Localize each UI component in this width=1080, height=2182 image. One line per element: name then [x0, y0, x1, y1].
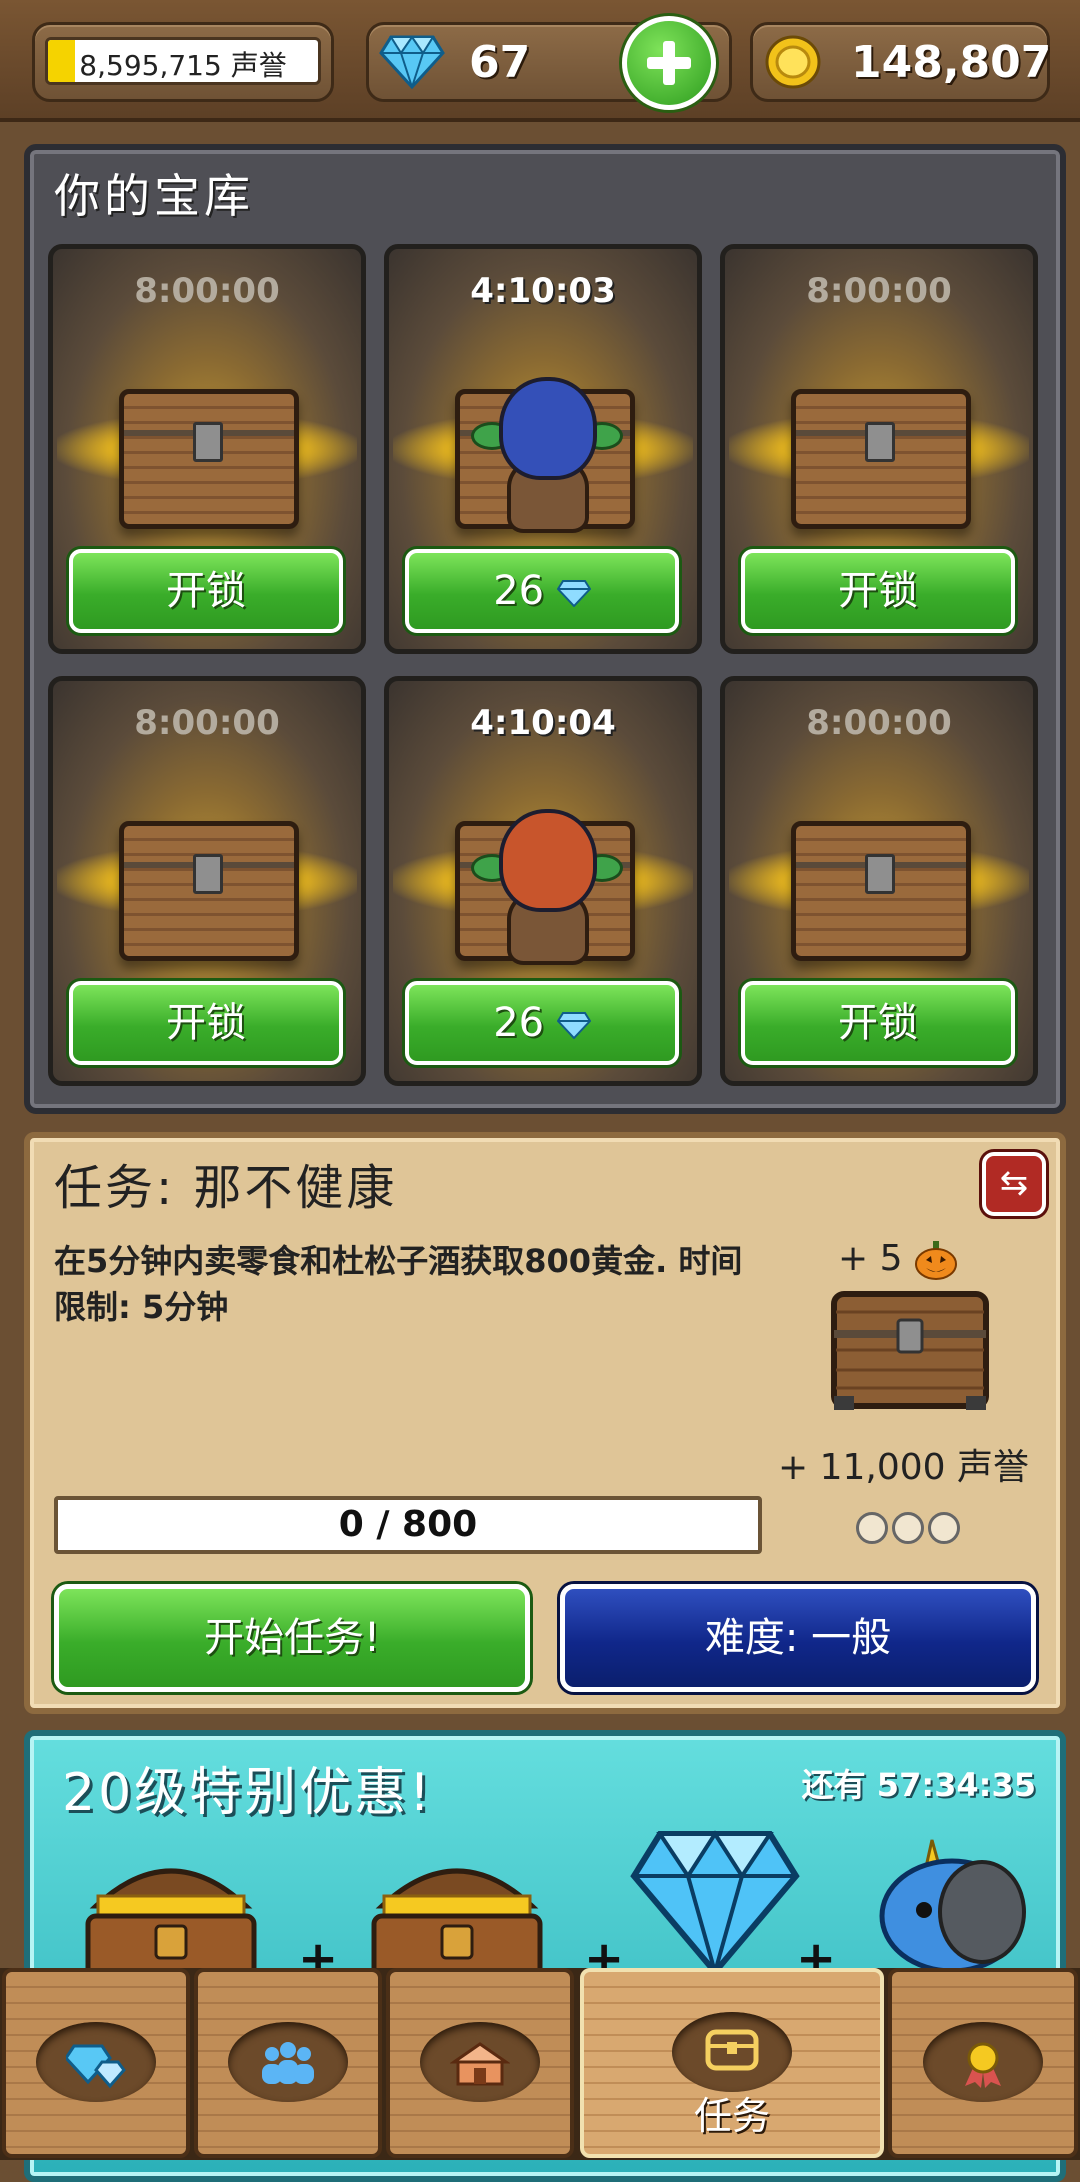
speed-up-cost: 26 — [493, 1000, 545, 1046]
vault-title: 你的宝库 — [54, 169, 254, 223]
vault-slot[interactable]: 8:00:00 开锁 — [720, 244, 1038, 654]
slot-timer: 8:00:00 — [806, 271, 952, 311]
unlock-button[interactable]: 开锁 — [741, 981, 1015, 1065]
medal-icon — [965, 2042, 1001, 2088]
nav-achievements[interactable] — [888, 1968, 1078, 2158]
offer-timer: 还有 57:34:35 — [801, 1766, 1036, 1804]
diamond-icon — [556, 1012, 591, 1039]
unlock-button[interactable]: 开锁 — [69, 981, 343, 1065]
lock-icon — [865, 854, 895, 894]
reward-reputation: + 11,000 声誉 — [778, 1447, 1030, 1488]
vault-slot[interactable]: 4:10:03 26 — [384, 244, 702, 654]
gold-count: 148,807 — [851, 37, 1052, 88]
vault-slot[interactable]: 4:10:04 26 — [384, 676, 702, 1086]
vault-slot[interactable]: 8:00:00 开锁 — [720, 676, 1038, 1086]
speed-up-button[interactable]: 26 — [405, 981, 679, 1065]
speed-up-cost: 26 — [493, 568, 545, 614]
nav-shop[interactable] — [386, 1968, 574, 2158]
unicorn-icon — [879, 1839, 1026, 1974]
rating-dot — [928, 1512, 960, 1544]
reward-candy-count: + 5 — [838, 1238, 903, 1279]
speed-up-button[interactable]: 26 — [405, 549, 679, 633]
vault-slot[interactable]: 8:00:00 开锁 — [48, 244, 366, 654]
top-bar: 8,595,715 声誉 67 148,807 — [0, 0, 1080, 122]
lock-icon — [193, 854, 223, 894]
chest-icon — [791, 389, 971, 529]
goblin-thief — [471, 809, 623, 965]
slot-timer: 4:10:03 — [470, 271, 616, 311]
diamond-icon — [379, 35, 445, 89]
shop-icon — [450, 2042, 510, 2086]
slot-timer: 4:10:04 — [470, 703, 616, 743]
bottom-nav: 任务 — [0, 1968, 1080, 2160]
people-icon — [262, 2042, 314, 2084]
rating-dot — [856, 1512, 888, 1544]
quest-description: 在5分钟内卖零食和杜松子酒获取800黄金. 时间限制: 5分钟 — [54, 1242, 743, 1326]
reputation-label: 8,595,715 声誉 — [79, 49, 287, 82]
chest-icon — [119, 821, 299, 961]
vault-panel: 你的宝库 8:00:00 开锁 4:10:03 26 8:00:00 开锁 8:00:00… — [24, 144, 1066, 1114]
chest-icon — [791, 821, 971, 961]
nav-quests-label: 任务 — [693, 2094, 770, 2138]
unlock-button[interactable]: 开锁 — [69, 549, 343, 633]
reputation-bar: 8,595,715 声誉 — [45, 37, 321, 85]
nav-quests[interactable]: 任务 — [580, 1968, 884, 2158]
goblin-hood — [499, 809, 597, 912]
reward-candy: + 5 — [838, 1238, 958, 1280]
chest-icon — [119, 389, 299, 529]
quest-progress-text: 0 / 800 — [338, 1504, 478, 1545]
chest-icon — [705, 2029, 759, 2071]
swap-quest-button[interactable]: ⇆ — [982, 1152, 1046, 1216]
lock-icon — [193, 422, 223, 462]
quest-title: 任务: 那不健康 — [54, 1160, 398, 1216]
gold-panel[interactable]: 148,807 — [750, 22, 1052, 102]
treasure-chest-icon — [371, 1868, 543, 1986]
buy-gems-button[interactable] — [622, 16, 716, 110]
slot-timer: 8:00:00 — [134, 271, 280, 311]
goblin-thief — [471, 377, 623, 533]
goblin-hood — [499, 377, 597, 480]
lock-icon — [865, 422, 895, 462]
gold-coin-icon — [765, 35, 821, 89]
quest-panel: 任务: 那不健康 ⇆ 在5分钟内卖零食和杜松子酒获取800黄金. 时间限制: 5… — [24, 1132, 1066, 1714]
nav-gems[interactable] — [2, 1968, 190, 2158]
reputation-panel[interactable]: 8,595,715 声誉 — [32, 22, 334, 102]
gems-count: 67 — [469, 37, 531, 88]
diamond-icon — [556, 580, 591, 607]
difficulty-rating — [856, 1512, 964, 1548]
rating-dot — [892, 1512, 924, 1544]
treasure-chest-icon — [85, 1868, 257, 1986]
gems-icon — [66, 2044, 126, 2088]
reward-chest-icon — [831, 1291, 989, 1410]
nav-staff[interactable] — [194, 1968, 382, 2158]
pumpkin-icon — [914, 1241, 957, 1280]
vault-slot[interactable]: 8:00:00 开锁 — [48, 676, 366, 1086]
unlock-button[interactable]: 开锁 — [741, 549, 1015, 633]
diamond-icon — [630, 1830, 800, 1976]
offer-title: 20级特别优惠! — [62, 1763, 434, 1823]
slot-timer: 8:00:00 — [806, 703, 952, 743]
difficulty-button[interactable]: 难度: 一般 — [560, 1584, 1036, 1692]
start-quest-button[interactable]: 开始任务! — [54, 1584, 530, 1692]
quest-progress-bar: 0 / 800 — [54, 1496, 762, 1554]
slot-timer: 8:00:00 — [134, 703, 280, 743]
